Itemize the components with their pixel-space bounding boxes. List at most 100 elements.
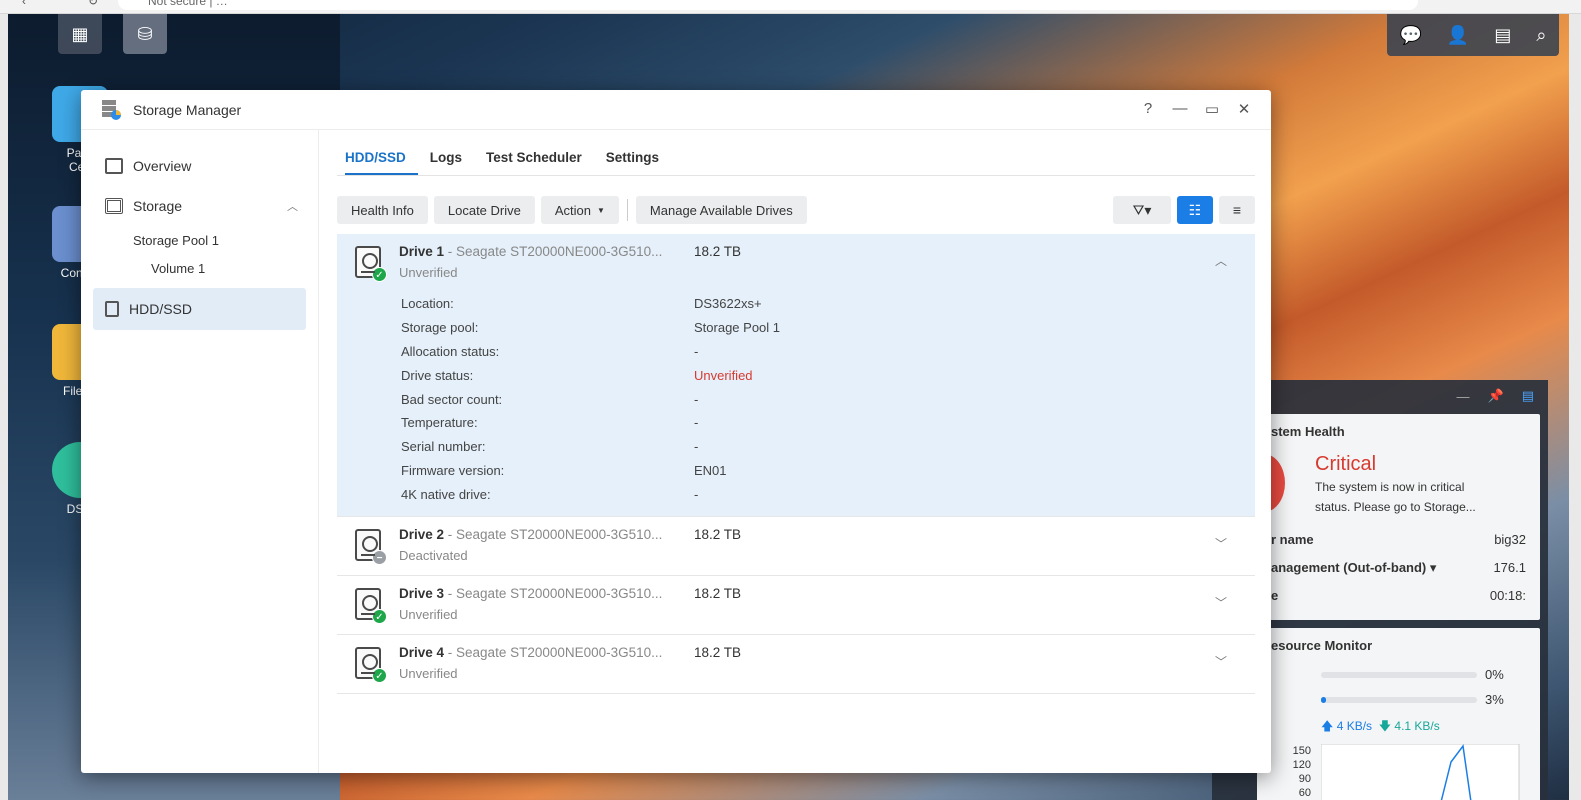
drive-size: 18.2 TB	[694, 527, 742, 543]
filter-button[interactable]: ⛛▾	[1113, 196, 1171, 224]
reload-icon[interactable]: ↻	[88, 0, 98, 8]
browser-frame-left	[0, 0, 8, 800]
chevron-up-icon[interactable]: ︿	[287, 198, 298, 214]
main-menu-button[interactable]: ▦	[58, 14, 102, 54]
chevron-up-icon[interactable]: ︿	[1215, 252, 1227, 269]
action-button[interactable]: Action ▼	[540, 196, 619, 224]
check-icon: ✓	[372, 267, 387, 282]
window-title-bar[interactable]: Storage Manager ? — ▭ ✕	[81, 90, 1271, 130]
storage-manager-app-icon	[99, 98, 123, 122]
health-info-button[interactable]: Health Info	[337, 196, 428, 224]
detail-key: Temperature:	[401, 415, 478, 431]
upload-icon: 🡅	[1321, 719, 1334, 733]
drive-model: - Seagate ST20000NE000-3G510...	[444, 586, 663, 602]
check-icon: ✓	[372, 668, 387, 684]
tab-test-scheduler[interactable]: Test Scheduler	[486, 150, 594, 175]
minimize-icon[interactable]: —	[1457, 389, 1470, 404]
tab-settings[interactable]: Settings	[606, 150, 671, 175]
list-view-button[interactable]: ≡	[1219, 196, 1255, 224]
drive-row[interactable]: ✓ Drive 3 - Seagate ST20000NE000-3G510..…	[337, 576, 1255, 636]
download-rate: 4.1 KB/s	[1394, 719, 1440, 733]
storage-manager-taskbar-button[interactable]: ⛁	[123, 14, 167, 54]
detail-value: -	[694, 439, 699, 455]
network-chart	[1321, 744, 1520, 800]
detail-value-alert: Unverified	[694, 367, 753, 383]
overview-icon	[105, 158, 123, 174]
widgets-icon[interactable]: ▤	[1494, 25, 1511, 46]
locate-drive-button[interactable]: Locate Drive	[433, 196, 535, 224]
user-icon[interactable]: 👤	[1447, 25, 1469, 46]
sidebar-item-storage[interactable]: Storage ︿	[81, 186, 318, 226]
drive-name: Drive 3	[399, 586, 445, 602]
detail-list-icon: ☷	[1188, 201, 1202, 218]
detail-value: -	[694, 391, 699, 407]
detail-key: Allocation status:	[401, 343, 500, 359]
toolbar: Health Info Locate Drive Action ▼ Manage…	[337, 186, 1255, 234]
sidebar-item-overview[interactable]: Overview	[81, 146, 318, 186]
browser-toolbar: ‹ ↻ Not secure | …	[0, 0, 1581, 14]
minimize-button[interactable]: —	[1171, 100, 1189, 118]
minus-icon: −	[372, 550, 387, 566]
widget-title: esource Monitor	[1271, 638, 1373, 653]
sidebar-item-storage-pool[interactable]: Storage Pool 1	[81, 226, 318, 254]
drive-status: Unverified	[399, 265, 458, 280]
detail-value: -	[694, 486, 699, 502]
cpu-percent: 0%	[1485, 667, 1504, 682]
system-tray: 💬 👤 ▤ ⌕	[1387, 14, 1559, 56]
chevron-down-icon[interactable]: ﹀	[1215, 594, 1227, 611]
storage-manager-window: Storage Manager ? — ▭ ✕ Overview Storage…	[81, 90, 1271, 773]
detail-key: Serial number:	[401, 439, 486, 455]
hdd-icon	[105, 301, 119, 317]
drive-status: Unverified	[399, 607, 458, 623]
address-bar[interactable]: Not secure | …	[118, 0, 1418, 10]
action-label: Action	[554, 202, 591, 218]
tab-logs[interactable]: Logs	[430, 150, 474, 175]
chevron-down-icon[interactable]: ﹀	[1215, 535, 1227, 552]
detail-view-button[interactable]: ☷	[1177, 196, 1213, 224]
drive-row[interactable]: ✓ Drive 4 - Seagate ST20000NE000-3G510..…	[337, 635, 1255, 695]
manage-drives-button[interactable]: Manage Available Drives	[635, 196, 807, 224]
drive-row[interactable]: − Drive 2 - Seagate ST20000NE000-3G510..…	[337, 517, 1255, 577]
detail-value: Storage Pool 1	[694, 320, 781, 336]
drive-status: Unverified	[399, 666, 458, 682]
storage-icon	[105, 198, 123, 214]
health-row: e 00:18:	[1271, 588, 1526, 603]
drive-size: 18.2 TB	[694, 645, 742, 661]
chart-y-tick: 120	[1292, 759, 1311, 771]
drive-name: Drive 2	[399, 527, 445, 543]
sidebar-item-volume[interactable]: Volume 1	[81, 254, 318, 282]
sidebar-item-label: Storage	[133, 198, 183, 214]
ram-bar	[1321, 696, 1477, 703]
resource-monitor-widget: esource Monitor 0% 3% 🡅 4 KB/s 🡇 4.1 KB/…	[1257, 628, 1540, 800]
maximize-button[interactable]: ▭	[1203, 100, 1221, 118]
close-button[interactable]: ✕	[1235, 100, 1253, 118]
chart-y-tick: 60	[1298, 787, 1311, 799]
cpu-bar	[1321, 671, 1477, 678]
pin-icon[interactable]: 📌	[1488, 388, 1504, 404]
widget-title: stem Health	[1271, 424, 1345, 439]
browser-frame-right	[1569, 0, 1581, 800]
back-icon[interactable]: ‹	[22, 0, 26, 8]
widget-settings-icon[interactable]: ▤	[1522, 388, 1534, 404]
system-health-widget: stem Health Critical The system is now i…	[1257, 414, 1540, 620]
sidebar-item-label: HDD/SSD	[129, 301, 193, 317]
drive-row[interactable]: ✓ Drive 1 - Seagate ST20000NE000-3G510..…	[337, 234, 1255, 518]
hdd-icon: ✓	[355, 588, 387, 625]
help-button[interactable]: ?	[1139, 100, 1157, 118]
tab-hdd-ssd[interactable]: HDD/SSD	[345, 150, 418, 175]
ram-percent: 3%	[1485, 692, 1504, 707]
drive-model: - Seagate ST20000NE000-3G510...	[444, 527, 663, 543]
health-row[interactable]: anagement (Out-of-band) ▾ 176.1	[1271, 560, 1526, 588]
detail-key: Storage pool:	[401, 320, 479, 336]
chevron-down-icon[interactable]: ﹀	[1215, 653, 1227, 670]
health-state: Critical	[1315, 453, 1377, 475]
sidebar-item-hdd-ssd[interactable]: HDD/SSD	[93, 288, 306, 330]
filter-icon: ⛛▾	[1132, 201, 1152, 218]
chat-icon[interactable]: 💬	[1400, 25, 1422, 46]
drive-name: Drive 4	[399, 645, 445, 661]
drive-name: Drive 1	[399, 244, 445, 259]
search-icon[interactable]: ⌕	[1536, 25, 1546, 46]
detail-key: 4K native drive:	[401, 486, 491, 502]
sidebar: Overview Storage ︿ Storage Pool 1 Volume…	[81, 130, 319, 773]
hdd-icon: ✓	[355, 647, 387, 684]
